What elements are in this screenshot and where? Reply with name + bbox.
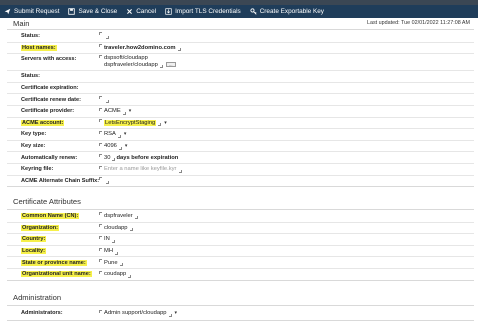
locality-row: Locality: MH <box>7 244 474 257</box>
administration-form: Administrators: Admin support/cloudapp ▾ <box>7 305 474 321</box>
auto-renew-label: Automatically renew: <box>21 154 78 161</box>
key-icon <box>250 8 257 15</box>
organization-row: Organization: cloudapp <box>7 221 474 234</box>
host-names-field[interactable]: traveler.how2domino.com <box>99 44 474 52</box>
server-item: dspsoft/cloudapp <box>104 55 148 62</box>
action-toolbar: Submit Request Save & Close Cancel Impor… <box>0 5 478 18</box>
acme-alt-chain-row: ACME Alternate Chain Suffix: <box>7 174 474 187</box>
common-name-field[interactable]: dspfraveler <box>99 212 474 220</box>
status2-label: Status: <box>21 73 40 80</box>
acme-account-select[interactable]: LetsEncryptStaging ▾ <box>99 119 474 127</box>
administration-title: Administration <box>13 293 62 302</box>
browse-servers-button[interactable]: ... <box>165 61 176 67</box>
key-type-label: Key type: <box>21 131 47 138</box>
status-row: Status: <box>7 30 474 42</box>
submit-icon <box>4 8 11 15</box>
key-type-select[interactable]: RSA ▾ <box>99 130 474 138</box>
servers-field[interactable]: dspsoft/cloudapp dspfraveler/cloudapp... <box>99 55 474 68</box>
servers-label: Servers with access: <box>21 56 77 63</box>
state-label: State or province name: <box>21 259 87 266</box>
acme-account-label: ACME account: <box>21 119 65 126</box>
organization-field[interactable]: cloudapp <box>99 224 474 232</box>
last-updated-text: Last updated: Tue 02/01/2022 11:27:08 AM <box>366 20 470 26</box>
cert-expiration-row: Certificate expiration: <box>7 81 474 94</box>
auto-renew-field[interactable]: 30 days before expiration <box>99 154 474 162</box>
import-tls-button[interactable]: Import TLS Credentials <box>165 8 241 15</box>
locality-field[interactable]: MH <box>99 247 474 255</box>
chevron-down-icon[interactable]: ▾ <box>164 120 167 126</box>
status2-row: Status: <box>7 70 474 82</box>
administrators-label: Administrators: <box>21 310 63 316</box>
cert-renew-label: Certificate renew date: <box>21 96 81 103</box>
locality-label: Locality: <box>21 248 47 255</box>
keyring-label: Keyring file: <box>21 166 54 173</box>
cert-attributes-title: Certificate Attributes <box>13 197 81 206</box>
common-name-label: Common Name (CN): <box>21 212 80 219</box>
auto-renew-suffix: days before expiration <box>116 154 179 161</box>
save-close-label: Save & Close <box>78 8 118 15</box>
submit-request-button[interactable]: Submit Request <box>4 8 59 15</box>
acme-alt-chain-label: ACME Alternate Chain Suffix: <box>21 177 100 184</box>
host-names-row: Host names: traveler.how2domino.com <box>7 41 474 54</box>
host-names-label: Host names: <box>21 44 57 51</box>
auto-renew-row: Automatically renew: 30 days before expir… <box>7 151 474 163</box>
key-size-label: Key size: <box>21 143 46 150</box>
cert-provider-select[interactable]: ACME ▾ <box>99 107 474 115</box>
administrators-row: Administrators: Admin support/cloudapp ▾ <box>7 306 474 320</box>
save-close-button[interactable]: Save & Close <box>68 8 117 15</box>
keyring-row: Keyring file: Enter a name like keyfile.… <box>7 162 474 175</box>
chevron-down-icon[interactable]: ▾ <box>125 143 128 149</box>
common-name-row: Common Name (CN): dspfraveler <box>7 210 474 222</box>
import-icon <box>165 8 172 15</box>
acme-account-row: ACME account: LetsEncryptStaging ▾ <box>7 116 474 129</box>
main-form: Status: Host names: traveler.how2domino.… <box>7 29 474 188</box>
status-label: Status: <box>21 32 40 39</box>
form-content: Main Last updated: Tue 02/01/2022 11:27:… <box>7 19 474 328</box>
country-row: Country: IN <box>7 233 474 245</box>
state-field[interactable]: Pune <box>99 259 474 267</box>
country-field[interactable]: IN <box>99 235 474 243</box>
create-exportable-key-button[interactable]: Create Exportable Key <box>250 8 324 15</box>
org-unit-label: Organizational unit name: <box>21 271 92 278</box>
server-item: dspfraveler/cloudapp... <box>104 61 176 69</box>
org-unit-field[interactable]: coudapp <box>99 270 474 278</box>
key-size-select[interactable]: 4096 ▾ <box>99 142 474 150</box>
state-row: State or province name: Pune <box>7 256 474 268</box>
save-icon <box>68 8 76 15</box>
org-unit-row: Organizational unit name: coudapp <box>7 267 474 280</box>
chevron-down-icon[interactable]: ▾ <box>175 310 178 316</box>
cancel-label: Cancel <box>136 8 157 15</box>
servers-row: Servers with access: dspsoft/cloudapp ds… <box>7 53 474 70</box>
key-type-row: Key type: RSA ▾ <box>7 128 474 140</box>
cert-renew-row: Certificate renew date: <box>7 93 474 105</box>
chevron-down-icon[interactable]: ▾ <box>129 108 132 114</box>
submit-request-label: Submit Request <box>14 8 60 15</box>
country-label: Country: <box>21 236 47 243</box>
cancel-button[interactable]: Cancel <box>126 8 156 15</box>
organization-label: Organization: <box>21 224 60 231</box>
cert-expiration-label: Certificate expiration: <box>21 85 79 92</box>
keyring-field[interactable]: Enter a name like keyfile.kyr <box>99 165 474 173</box>
administrators-select[interactable]: Admin support/cloudapp ▾ <box>99 309 474 317</box>
cert-renew-field[interactable] <box>99 96 474 104</box>
create-exportable-key-label: Create Exportable Key <box>259 8 324 15</box>
close-icon <box>126 8 133 15</box>
cert-provider-row: Certificate provider: ACME ▾ <box>7 104 474 117</box>
chevron-down-icon[interactable]: ▾ <box>124 131 127 137</box>
import-tls-label: Import TLS Credentials <box>175 8 241 15</box>
cert-attributes-form: Common Name (CN): dspfraveler Organizati… <box>7 209 474 281</box>
status-field[interactable] <box>99 32 474 40</box>
main-section-title: Main <box>13 19 30 28</box>
cert-provider-label: Certificate provider: <box>21 108 75 115</box>
acme-alt-chain-field[interactable] <box>99 177 474 185</box>
key-size-row: Key size: 4096 ▾ <box>7 139 474 152</box>
